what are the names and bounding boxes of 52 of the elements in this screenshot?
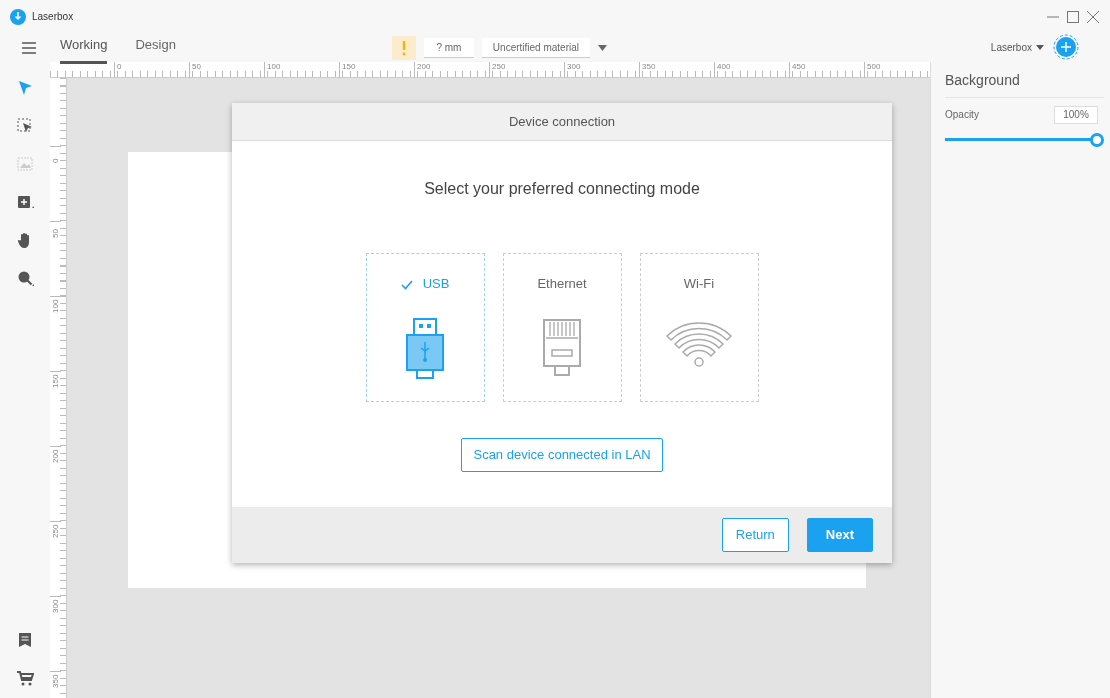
mode-label: Ethernet: [537, 276, 587, 292]
opacity-field[interactable]: 100%: [1054, 105, 1098, 124]
window-title: Laserbox: [32, 10, 74, 24]
ruler-label: 350: [50, 674, 61, 688]
close-icon[interactable]: [1086, 9, 1100, 24]
add-shape-icon[interactable]: [16, 193, 34, 211]
thickness-field[interactable]: ? mm: [423, 37, 474, 58]
ruler-label: 250: [50, 524, 61, 538]
app-logo-icon: [10, 8, 26, 25]
magnifier-icon[interactable]: [16, 269, 34, 287]
dialog-title: Device connection: [508, 112, 616, 131]
ruler-label: 300: [564, 62, 639, 78]
ruler-label: 450: [789, 62, 864, 78]
tab[interactable]: Design: [135, 31, 176, 64]
pointer-arrow-icon[interactable]: [16, 79, 34, 97]
ruler-label: 100: [50, 299, 61, 313]
usb-plug-icon: [405, 317, 445, 380]
ruler-label: 0: [50, 158, 61, 163]
connection-mode-option[interactable]: Ethernet: [502, 253, 622, 403]
maximize-icon[interactable]: [1066, 9, 1080, 24]
menu-icon[interactable]: [22, 41, 36, 54]
ruler-label: 350: [639, 62, 714, 78]
selection-cursor-icon[interactable]: [16, 117, 34, 135]
ruler-label: 300: [50, 599, 61, 613]
ruler-label: 0: [114, 62, 189, 78]
material-field[interactable]: Uncertified material: [481, 37, 590, 58]
ruler-label: 200: [50, 449, 61, 463]
cart-icon[interactable]: [16, 669, 34, 687]
device-dropdown[interactable]: Laserbox: [990, 40, 1032, 55]
ruler-label: 250: [489, 62, 564, 78]
ruler-label: 200: [414, 62, 489, 78]
opacity-slider[interactable]: [945, 131, 1104, 148]
mode-label: Wi-Fi: [683, 276, 715, 292]
slider-thumb[interactable]: [1090, 132, 1104, 147]
panel-title: Background: [945, 72, 1104, 98]
dialog-heading: Select your preferred connecting mode: [424, 179, 700, 199]
ruler-label: 50: [50, 229, 61, 238]
ruler-label: 100: [264, 62, 339, 78]
check-icon: [400, 279, 413, 290]
dropdown-caret-icon[interactable]: [597, 44, 607, 51]
opacity-label: Opacity: [945, 108, 979, 123]
ruler-label: 150: [339, 62, 414, 78]
ruler-label: 150: [50, 374, 61, 388]
warning-icon: [391, 35, 416, 60]
connection-mode-option[interactable]: Wi-Fi: [639, 253, 759, 403]
add-device-icon[interactable]: [1053, 34, 1079, 60]
dropdown-caret-icon[interactable]: [1036, 45, 1044, 50]
mode-label: USB: [422, 276, 450, 292]
ethernet-plug-icon: [542, 317, 582, 378]
notes-icon[interactable]: [16, 631, 34, 649]
ruler-label: 50: [189, 62, 264, 78]
ruler-label: 400: [714, 62, 789, 78]
